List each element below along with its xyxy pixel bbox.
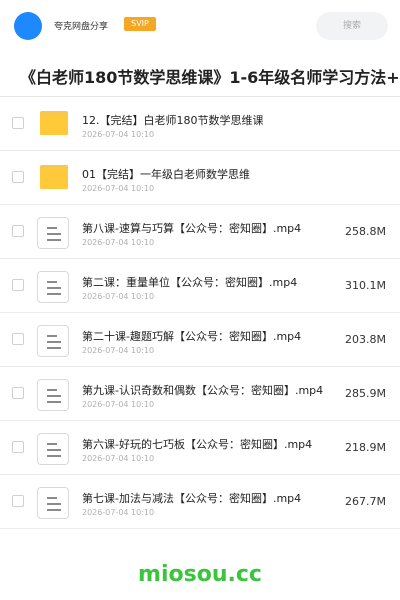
document-icon	[37, 379, 69, 411]
row-checkbox[interactable]	[12, 279, 24, 291]
row-checkbox[interactable]	[12, 117, 24, 129]
file-row[interactable]: 第二十课-趣题巧解【公众号：密知圈】.mp4 2026-07-04 10:10 20…	[0, 313, 400, 367]
file-size: 203.8M	[345, 333, 386, 346]
file-row[interactable]: 第七课-加法与减法【公众号：密知圈】.mp4 2026-07-04 10:10 26…	[0, 475, 400, 529]
file-date: 2026-07-04 10:10	[82, 400, 155, 409]
file-name: 第八课-速算与巧算【公众号：密知圈】.mp4	[82, 222, 302, 235]
document-icon	[37, 271, 69, 303]
row-checkbox[interactable]	[12, 225, 24, 237]
row-checkbox[interactable]	[12, 387, 24, 399]
file-name: 第二课：重量单位【公众号：密知圈】.mp4	[82, 276, 298, 289]
file-size: 310.1M	[345, 279, 386, 292]
file-row[interactable]: 第二课：重量单位【公众号：密知圈】.mp4 2026-07-04 10:10 310…	[0, 259, 400, 313]
file-date: 2026-07-04 10:10	[82, 184, 155, 193]
file-date: 2026-07-04 10:10	[82, 130, 155, 139]
file-date: 2026-07-04 10:10	[82, 238, 155, 247]
file-size: 218.9M	[345, 441, 386, 454]
title-bar: 《白老师180节数学思维课》1-6年级名师学习方法+提分秘	[0, 52, 400, 96]
row-checkbox[interactable]	[12, 333, 24, 345]
file-list: 12.【完结】白老师180节数学思维课 2026-07-04 10:10 01【完结…	[0, 97, 400, 529]
file-size: 285.9M	[345, 387, 386, 400]
folder-title: 《白老师180节数学思维课》1-6年级名师学习方法+提分秘	[20, 68, 400, 87]
document-icon	[37, 487, 69, 519]
file-name: 第七课-加法与减法【公众号：密知圈】.mp4	[82, 492, 302, 505]
document-icon	[37, 433, 69, 465]
file-size: 267.7M	[345, 495, 386, 508]
file-name: 12.【完结】白老师180节数学思维课	[82, 114, 264, 127]
row-checkbox[interactable]	[12, 441, 24, 453]
file-date: 2026-07-04 10:10	[82, 292, 155, 301]
file-row[interactable]: 第六课-好玩的七巧板【公众号：密知圈】.mp4 2026-07-04 10:10 2…	[0, 421, 400, 475]
folder-icon	[40, 165, 68, 189]
folder-icon	[40, 111, 68, 135]
header: 夸克网盘分享 SVIP 搜索	[0, 0, 400, 52]
svip-badge: SVIP	[124, 17, 156, 31]
folder-row[interactable]: 12.【完结】白老师180节数学思维课 2026-07-04 10:10	[0, 97, 400, 151]
file-name: 第六课-好玩的七巧板【公众号：密知圈】.mp4	[82, 438, 313, 451]
avatar[interactable]	[14, 12, 42, 40]
file-name: 01【完结】一年级白老师数学思维	[82, 168, 250, 181]
folder-row[interactable]: 01【完结】一年级白老师数学思维 2026-07-04 10:10	[0, 151, 400, 205]
file-row[interactable]: 第九课-认识奇数和偶数【公众号：密知圈】.mp4 2026-07-04 10:10…	[0, 367, 400, 421]
file-size: 258.8M	[345, 225, 386, 238]
file-name: 第九课-认识奇数和偶数【公众号：密知圈】.mp4	[82, 384, 324, 397]
file-date: 2026-07-04 10:10	[82, 346, 155, 355]
row-checkbox[interactable]	[12, 495, 24, 507]
file-row[interactable]: 第八课-速算与巧算【公众号：密知圈】.mp4 2026-07-04 10:10 25…	[0, 205, 400, 259]
document-icon	[37, 217, 69, 249]
document-icon	[37, 325, 69, 357]
app-name: 夸克网盘分享	[54, 22, 109, 32]
watermark: miosou.cc	[138, 562, 262, 587]
row-checkbox[interactable]	[12, 171, 24, 183]
search-input[interactable]: 搜索	[316, 12, 388, 40]
file-name: 第二十课-趣题巧解【公众号：密知圈】.mp4	[82, 330, 302, 343]
file-date: 2026-07-04 10:10	[82, 508, 155, 517]
file-date: 2026-07-04 10:10	[82, 454, 155, 463]
